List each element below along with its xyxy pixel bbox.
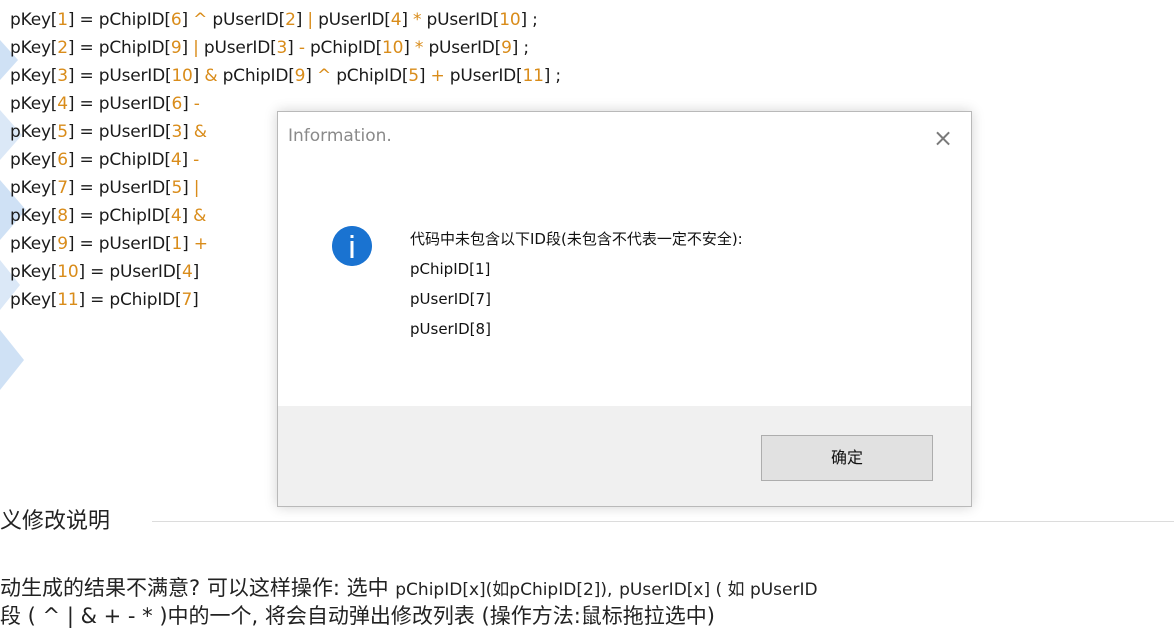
info-icon <box>332 226 372 266</box>
missing-id-item: pUserID[7] <box>410 290 491 308</box>
code-line: pKey[2] = pChipID[9] | pUserID[3] - pChi… <box>10 38 529 58</box>
code-line: pKey[1] = pChipID[6] ^ pUserID[2] | pUse… <box>10 10 538 30</box>
code-line: pKey[3] = pUserID[10] & pChipID[9] ^ pCh… <box>10 66 561 86</box>
description-text: 动生成的结果不满意? 可以这样操作: 选中 <box>0 576 389 600</box>
description-line: 段 ( ^ | & + - * )中的一个, 将会自动弹出修改列表 (操作方法:… <box>0 604 715 628</box>
section-divider <box>152 521 1174 522</box>
code-line: pKey[7] = pUserID[5] | <box>10 178 200 198</box>
code-line: pKey[8] = pChipID[4] & <box>10 206 207 226</box>
missing-id-item: pChipID[1] <box>410 260 491 278</box>
close-icon[interactable]: × <box>929 124 957 152</box>
section-title: 义修改说明 <box>0 509 111 534</box>
message-heading: 代码中未包含以下ID段(未包含不代表一定不安全): <box>410 230 743 248</box>
code-line: pKey[9] = pUserID[1] + <box>10 234 208 254</box>
description-line: 动生成的结果不满意? 可以这样操作: 选中 pChipID[x](如pChipI… <box>0 572 818 602</box>
code-line-partial <box>0 0 5 12</box>
description-code: pChipID[x](如pChipID[2]), <box>395 580 613 600</box>
code-line: pKey[11] = pChipID[7] <box>10 290 199 310</box>
dialog-message: 代码中未包含以下ID段(未包含不代表一定不安全): pChipID[1] pUs… <box>410 224 743 344</box>
description-code: pUserID[x] ( 如 pUserID <box>619 580 818 600</box>
ok-button[interactable]: 确定 <box>761 435 933 481</box>
code-line: pKey[4] = pUserID[6] - <box>10 94 200 114</box>
code-line: pKey[6] = pChipID[4] - <box>10 150 200 170</box>
dialog-title: Information. <box>288 126 392 146</box>
code-line: pKey[10] = pUserID[4] <box>10 262 200 282</box>
information-dialog: Information. × 代码中未包含以下ID段(未包含不代表一定不安全):… <box>277 111 972 507</box>
dialog-footer: 确定 <box>278 406 971 506</box>
code-line: pKey[5] = pUserID[3] & <box>10 122 207 142</box>
missing-id-item: pUserID[8] <box>410 320 491 338</box>
